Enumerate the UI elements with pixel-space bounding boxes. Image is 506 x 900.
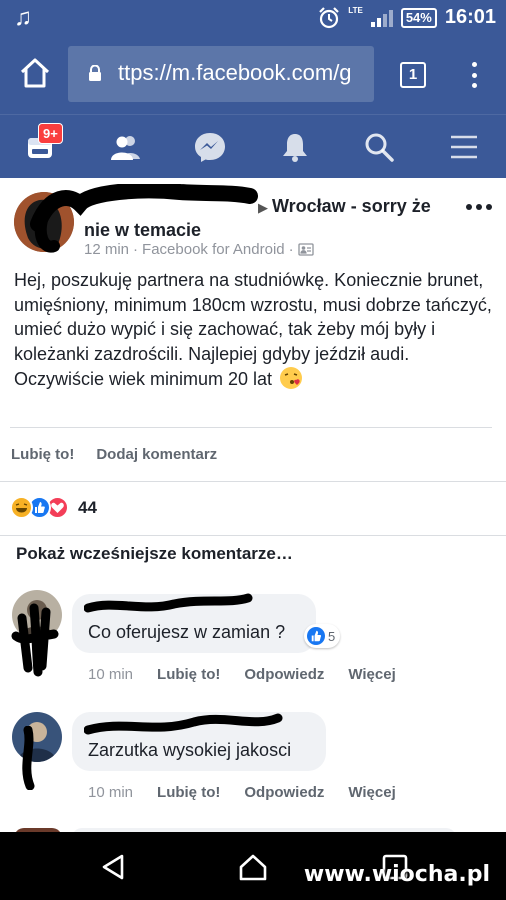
signal-icon: [370, 9, 393, 27]
post-options-icon[interactable]: [466, 204, 492, 210]
author-name-redacted[interactable]: [84, 192, 254, 212]
browser-menu-icon[interactable]: [464, 60, 484, 90]
comment-text: Co oferujesz w zamian ?: [88, 622, 286, 642]
post-time[interactable]: 12 min: [84, 241, 129, 258]
group-audience-icon: [297, 243, 314, 256]
comment-more-button[interactable]: Więcej: [348, 784, 395, 801]
url-bar[interactable]: ttps://m.facebook.com/g: [68, 46, 374, 102]
reaction-count: 44: [78, 497, 97, 517]
add-comment-button[interactable]: Dodaj komentarz: [96, 446, 217, 463]
comment-like-count: 5: [328, 628, 336, 644]
clock: 16:01: [444, 6, 496, 28]
comment-reply-button[interactable]: Odpowiedz: [244, 784, 324, 801]
reactions-summary[interactable]: 44: [10, 496, 97, 519]
post-actions: Lubię to! Dodaj komentarz: [11, 446, 217, 463]
comment-more-button[interactable]: Więcej: [348, 666, 395, 683]
divider: [0, 481, 506, 482]
show-earlier-comments-link[interactable]: Pokaż wcześniejsze komentarze…: [16, 544, 293, 564]
post-body: Hej, poszukuję partnera na studniówkę. K…: [14, 270, 492, 389]
comment-like-badge[interactable]: 5: [304, 624, 341, 648]
kissing-face-emoji-icon: [280, 367, 303, 389]
network-type: LTE: [348, 6, 363, 15]
like-reaction-icon: [307, 627, 325, 645]
post-source: Facebook for Android: [142, 241, 285, 258]
divider: [0, 535, 506, 536]
watermark: www.wiocha.pl: [303, 862, 490, 887]
avatar[interactable]: [14, 192, 74, 252]
divider: [10, 427, 492, 428]
comment-actions: 10 min Lubię to! Odpowiedz Więcej: [88, 784, 396, 801]
search-icon[interactable]: [361, 129, 397, 165]
comment-reply-button[interactable]: Odpowiedz: [244, 666, 324, 683]
messenger-icon[interactable]: [192, 129, 228, 165]
avatar[interactable]: [12, 712, 62, 762]
comment-time[interactable]: 10 min: [88, 666, 133, 683]
haha-reaction-icon: [10, 496, 33, 519]
music-note-icon: ♫: [14, 4, 32, 31]
facebook-nav-bar: 9+: [0, 114, 506, 178]
lock-icon: [89, 65, 101, 81]
commenter-name-redacted[interactable]: [88, 720, 310, 738]
notification-badge: 9+: [38, 123, 63, 144]
comment-bubble: Zarzutka wysokiej jakosci: [72, 712, 326, 771]
hamburger-menu-icon[interactable]: [446, 129, 482, 165]
notifications-bell-icon[interactable]: [277, 129, 313, 165]
android-navigation-bar: www.wiocha.pl: [0, 832, 506, 900]
home-icon[interactable]: [238, 852, 268, 882]
comment-actions: 10 min Lubię to! Odpowiedz Więcej: [88, 666, 396, 683]
status-bar: ♫ LTE 54% 16:01: [0, 0, 506, 36]
friends-icon[interactable]: [108, 129, 144, 165]
comment-like-button[interactable]: Lubię to!: [157, 666, 220, 683]
commenter-name-redacted[interactable]: [88, 602, 300, 620]
alarm-icon: [319, 6, 340, 28]
battery-indicator: 54%: [400, 7, 437, 28]
home-icon[interactable]: [18, 56, 52, 90]
browser-toolbar: ttps://m.facebook.com/g 1: [0, 36, 506, 114]
post-meta: 12 min · Facebook for Android ·: [84, 241, 314, 258]
back-icon[interactable]: [98, 852, 128, 882]
comment-text: Zarzutka wysokiej jakosci: [88, 740, 292, 760]
comment-bubble: Co oferujesz w zamian ?: [72, 594, 316, 653]
like-button[interactable]: Lubię to!: [11, 446, 74, 463]
post-header: ▶ Wrocław - sorry że nie w temacie: [84, 192, 454, 242]
comment-like-button[interactable]: Lubię to!: [157, 784, 220, 801]
url-text: ttps://m.facebook.com/g: [118, 60, 352, 85]
comment-time[interactable]: 10 min: [88, 784, 133, 801]
tab-switcher-button[interactable]: 1: [400, 62, 426, 88]
triangle-right-icon: ▶: [258, 200, 268, 215]
avatar[interactable]: [12, 590, 62, 640]
